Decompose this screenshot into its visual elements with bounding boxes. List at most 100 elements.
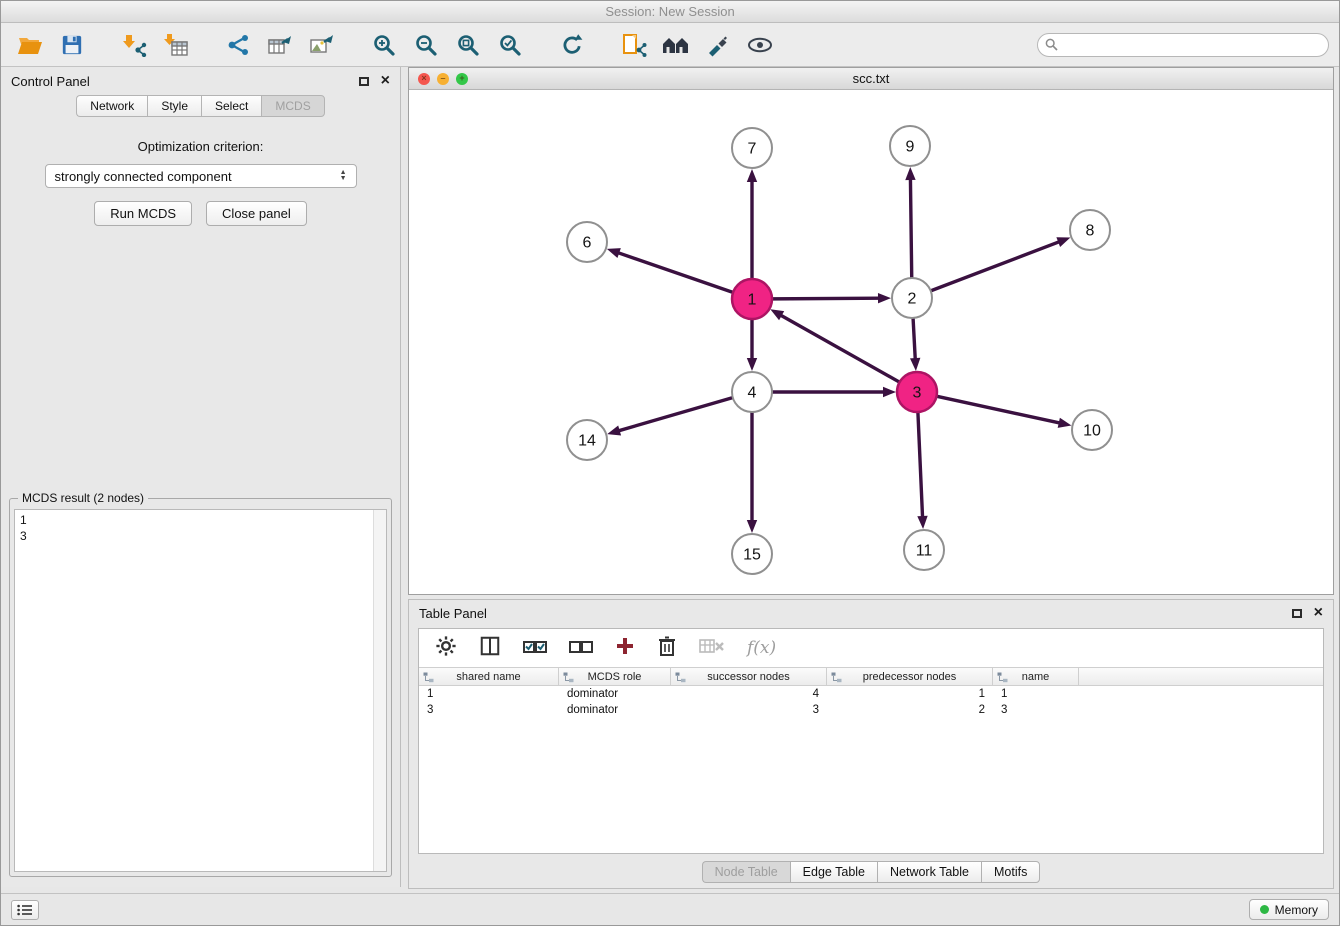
minimize-window-icon[interactable]: – <box>437 73 449 85</box>
export-image-icon <box>309 33 335 57</box>
list-icon <box>17 904 33 916</box>
float-panel-icon[interactable] <box>1292 609 1302 618</box>
table-cell[interactable]: 1 <box>827 686 993 702</box>
close-panel-button[interactable]: Close panel <box>206 201 307 226</box>
houses-icon <box>662 34 690 56</box>
show-graphics-details-button[interactable] <box>741 28 779 62</box>
tab-motifs[interactable]: Motifs <box>981 861 1040 883</box>
column-header-shared-name[interactable]: shared name <box>419 668 559 685</box>
show-column-button[interactable] <box>479 635 501 662</box>
graph-node-8[interactable]: 8 <box>1070 210 1110 250</box>
import-network-from-file-button[interactable] <box>115 28 153 62</box>
save-session-button[interactable] <box>53 28 91 62</box>
export-image-button[interactable] <box>303 28 341 62</box>
table-cell[interactable]: 1 <box>419 686 559 702</box>
graph-node-3[interactable]: 3 <box>897 372 937 412</box>
import-table-from-file-button[interactable] <box>157 28 195 62</box>
memory-button-label: Memory <box>1275 903 1318 917</box>
table-cell[interactable]: dominator <box>559 686 671 702</box>
zoom-in-button[interactable] <box>365 28 403 62</box>
columns-icon <box>479 635 501 657</box>
table-cell[interactable]: 3 <box>671 702 827 718</box>
table-cell[interactable]: 3 <box>993 702 1079 718</box>
graph-node-10[interactable]: 10 <box>1072 410 1112 450</box>
graph-edge-1-6[interactable] <box>617 252 732 292</box>
graph-node-1[interactable]: 1 <box>732 279 772 319</box>
table-cell[interactable]: 4 <box>671 686 827 702</box>
close-window-icon[interactable]: × <box>418 73 430 85</box>
graph-node-11[interactable]: 11 <box>904 530 944 570</box>
table-panel-controls: × <box>1292 608 1323 618</box>
graph-node-2[interactable]: 2 <box>892 278 932 318</box>
graph-edge-2-3[interactable] <box>913 319 915 360</box>
close-panel-icon[interactable]: × <box>381 76 390 86</box>
search-field <box>1037 33 1329 57</box>
new-network-button[interactable] <box>219 28 257 62</box>
graph-edge-arrowhead <box>883 387 896 397</box>
graph-edge-2-9[interactable] <box>910 178 911 277</box>
task-history-button[interactable] <box>11 900 39 920</box>
graph-node-7[interactable]: 7 <box>732 128 772 168</box>
column-header-predecessor-nodes[interactable]: predecessor nodes <box>827 668 993 685</box>
memory-button[interactable]: Memory <box>1249 899 1329 920</box>
criterion-dropdown[interactable]: strongly connected component ▲▼ <box>45 164 357 188</box>
graph-edge-3-10[interactable] <box>938 396 1061 423</box>
refresh-button[interactable] <box>553 28 591 62</box>
graph-edge-1-2[interactable] <box>773 298 880 299</box>
create-new-column-button[interactable] <box>615 636 635 661</box>
export-table-button[interactable] <box>261 28 299 62</box>
table-cell[interactable]: dominator <box>559 702 671 718</box>
tab-network[interactable]: Network <box>76 95 147 117</box>
graph-edge-4-14[interactable] <box>618 398 732 431</box>
maximize-window-icon[interactable]: + <box>456 73 468 85</box>
zoom-fit-button[interactable] <box>449 28 487 62</box>
graph-edge-2-8[interactable] <box>932 241 1060 290</box>
houses-button[interactable] <box>657 28 695 62</box>
open-session-button[interactable] <box>11 28 49 62</box>
table-cell[interactable]: 1 <box>993 686 1079 702</box>
style-brush-button[interactable] <box>699 28 737 62</box>
tab-network-table[interactable]: Network Table <box>877 861 981 883</box>
table-row[interactable]: 3dominator323 <box>419 702 1323 718</box>
graph-node-15[interactable]: 15 <box>732 534 772 574</box>
node-table-container: f(x) shared nameMCDS rolesuccessor nodes… <box>418 628 1324 854</box>
graph-node-4[interactable]: 4 <box>732 372 772 412</box>
tab-mcds[interactable]: MCDS <box>261 95 324 117</box>
network-from-document-button[interactable] <box>615 28 653 62</box>
tab-node-table[interactable]: Node Table <box>702 861 790 883</box>
graph-node-label: 2 <box>908 291 917 308</box>
delete-column-button[interactable] <box>657 635 677 662</box>
column-header-label: predecessor nodes <box>863 671 957 683</box>
graph-node-14[interactable]: 14 <box>567 420 607 460</box>
column-header-name[interactable]: name <box>993 668 1079 685</box>
graph-edge-3-1[interactable] <box>780 315 899 382</box>
table-cell[interactable]: 2 <box>827 702 993 718</box>
zoom-out-icon <box>414 33 438 57</box>
graph-edge-arrowhead <box>747 520 757 533</box>
column-header-MCDS-role[interactable]: MCDS role <box>559 668 671 685</box>
tab-select[interactable]: Select <box>201 95 261 117</box>
graph-edge-arrowhead <box>905 167 915 180</box>
zoom-out-button[interactable] <box>407 28 445 62</box>
network-view-window: × – + scc.txt 7968124314101511 <box>408 67 1334 595</box>
tab-style[interactable]: Style <box>147 95 201 117</box>
tab-edge-table[interactable]: Edge Table <box>790 861 877 883</box>
table-cell[interactable]: 3 <box>419 702 559 718</box>
search-input[interactable] <box>1037 33 1329 57</box>
graph-node-9[interactable]: 9 <box>890 126 930 166</box>
zoom-selected-button[interactable] <box>491 28 529 62</box>
run-mcds-button[interactable]: Run MCDS <box>94 201 192 226</box>
network-canvas[interactable]: 7 9 6 8 1 2 4 3 14 10 15 11 <box>409 90 1333 594</box>
graph-node-6[interactable]: 6 <box>567 222 607 262</box>
graph-edge-3-11[interactable] <box>918 413 923 518</box>
column-header-successor-nodes[interactable]: successor nodes <box>671 668 827 685</box>
close-panel-icon[interactable]: × <box>1314 608 1323 618</box>
select-all-columns-button[interactable] <box>523 636 547 661</box>
table-settings-button[interactable] <box>435 635 457 662</box>
unselect-all-columns-button[interactable] <box>569 636 593 661</box>
float-panel-icon[interactable] <box>359 77 369 86</box>
export-table-icon <box>267 33 293 57</box>
control-panel: Control Panel × NetworkStyleSelectMCDS O… <box>1 67 401 887</box>
result-scrollbar[interactable] <box>373 510 386 871</box>
table-row[interactable]: 1dominator411 <box>419 686 1323 702</box>
